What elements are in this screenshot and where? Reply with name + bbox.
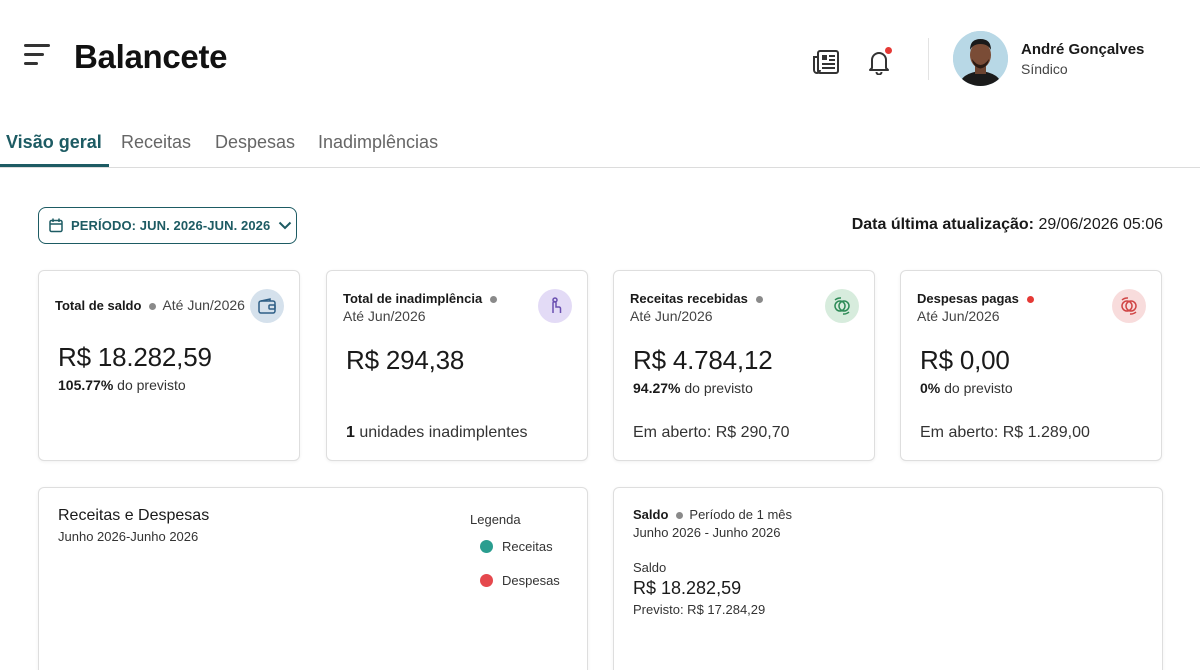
card-value: R$ 4.784,12 — [633, 345, 773, 375]
saldo-previsto: Previsto: R$ 17.284,29 — [633, 602, 766, 617]
tab-despesas[interactable]: Despesas — [215, 132, 295, 153]
legend-swatch — [480, 574, 493, 587]
notification-bell-icon[interactable] — [861, 44, 897, 80]
card-subtitle: Até Jun/2026 — [343, 308, 426, 324]
card-title: Receitas recebidas — [630, 291, 769, 306]
panel-period: Período de 1 mês — [689, 507, 793, 522]
last-update: Data última atualização: 29/06/2026 05:0… — [852, 216, 1163, 234]
status-dot — [755, 295, 763, 303]
menu-icon[interactable] — [24, 42, 54, 68]
status-dot — [1026, 295, 1034, 303]
card-subtitle: Até Jun/2026 — [630, 308, 713, 324]
pct-value: 105.77% — [58, 377, 114, 393]
card-title: Total de saldo Até Jun/2026 — [55, 297, 245, 313]
card-footer: Em aberto: R$ 1.289,00 — [920, 424, 1090, 441]
card-title-text: Despesas pagas — [917, 291, 1019, 306]
calendar-icon — [49, 218, 63, 233]
panel-title: Saldo Período de 1 mês — [633, 507, 792, 522]
panel-range: Junho 2026 - Junho 2026 — [633, 525, 781, 540]
card-title-text: Total de saldo — [55, 298, 142, 313]
panel-title: Receitas e Despesas — [58, 507, 210, 524]
foot-text: unidades inadimplentes — [359, 424, 528, 441]
pct-value: 94.27% — [633, 380, 681, 396]
card-subtitle: Até Jun/2026 — [162, 297, 245, 313]
chevron-down-icon — [278, 221, 292, 230]
card-percentage: 105.77% do previsto — [58, 377, 186, 393]
legend-item-despesas[interactable]: Despesas — [480, 573, 560, 588]
header-divider — [928, 38, 929, 80]
notification-badge — [883, 45, 894, 56]
money-exchange-icon — [825, 289, 859, 323]
app-header: Balancete André Gonçalves Síndico — [0, 0, 1200, 118]
card-footer: 1 unidades inadimplentes — [346, 424, 527, 442]
receitas-despesas-panel: Receitas e Despesas Junho 2026-Junho 202… — [38, 487, 588, 670]
hand-coin-icon — [538, 289, 572, 323]
tab-receitas[interactable]: Receitas — [121, 132, 191, 153]
tab-bar: Visão geral Receitas Despesas Inadimplên… — [0, 118, 1200, 168]
period-label: PERÍODO: JUN. 2026-JUN. 2026 — [71, 218, 271, 233]
card-subtitle: Até Jun/2026 — [917, 308, 1000, 324]
card-despesas-pagas: Despesas pagas Até Jun/2026 R$ 0,00 0% d… — [900, 270, 1162, 461]
panel-subtitle: Junho 2026-Junho 2026 — [58, 529, 199, 544]
user-name: André Gonçalves — [1021, 41, 1145, 58]
avatar[interactable] — [953, 31, 1008, 86]
card-value: R$ 294,38 — [346, 345, 465, 375]
card-total-inadimplencia: Total de inadimplência Até Jun/2026 R$ 2… — [326, 270, 588, 461]
money-exchange-icon — [1112, 289, 1146, 323]
pct-value: 0% — [920, 380, 941, 396]
user-role: Síndico — [1021, 61, 1068, 77]
pct-suffix: do previsto — [944, 380, 1013, 396]
legend-title: Legenda — [470, 512, 521, 527]
pct-suffix: do previsto — [117, 377, 186, 393]
last-update-label: Data última atualização: — [851, 216, 1034, 233]
legend-label: Despesas — [502, 573, 560, 588]
news-icon[interactable] — [808, 44, 844, 80]
saldo-panel: Saldo Período de 1 mês Junho 2026 - Junho… — [613, 487, 1163, 670]
panel-title-text: Saldo — [633, 507, 669, 522]
tab-visao-geral[interactable]: Visão geral — [6, 132, 102, 153]
page-title: Balancete — [74, 38, 228, 75]
card-percentage: 0% do previsto — [920, 380, 1013, 396]
saldo-value: R$ 18.282,59 — [633, 578, 742, 598]
card-footer: Em aberto: R$ 290,70 — [633, 424, 790, 441]
card-value: R$ 0,00 — [920, 345, 1010, 375]
active-tab-indicator — [0, 164, 109, 167]
legend-swatch — [480, 540, 493, 553]
card-value: R$ 18.282,59 — [58, 342, 212, 372]
pct-suffix: do previsto — [684, 380, 753, 396]
tab-inadimplencias[interactable]: Inadimplências — [318, 132, 438, 153]
card-title: Despesas pagas — [917, 291, 1040, 306]
legend-item-receitas[interactable]: Receitas — [480, 539, 553, 554]
period-selector[interactable]: PERÍODO: JUN. 2026-JUN. 2026 — [38, 207, 297, 244]
legend-label: Receitas — [502, 539, 553, 554]
card-title: Total de inadimplência — [343, 291, 503, 306]
card-receitas-recebidas: Receitas recebidas Até Jun/2026 R$ 4.784… — [613, 270, 875, 461]
foot-count: 1 — [346, 424, 355, 441]
status-dot — [490, 295, 498, 303]
status-dot — [149, 302, 157, 310]
status-dot — [676, 511, 684, 519]
saldo-label: Saldo — [633, 560, 667, 575]
wallet-icon — [250, 289, 284, 323]
card-title-text: Receitas recebidas — [630, 291, 748, 306]
card-title-text: Total de inadimplência — [343, 291, 483, 306]
card-percentage: 94.27% do previsto — [633, 380, 753, 396]
last-update-value: 29/06/2026 05:06 — [1038, 216, 1163, 233]
card-total-saldo: Total de saldo Até Jun/2026 R$ 18.282,59 … — [38, 270, 300, 461]
